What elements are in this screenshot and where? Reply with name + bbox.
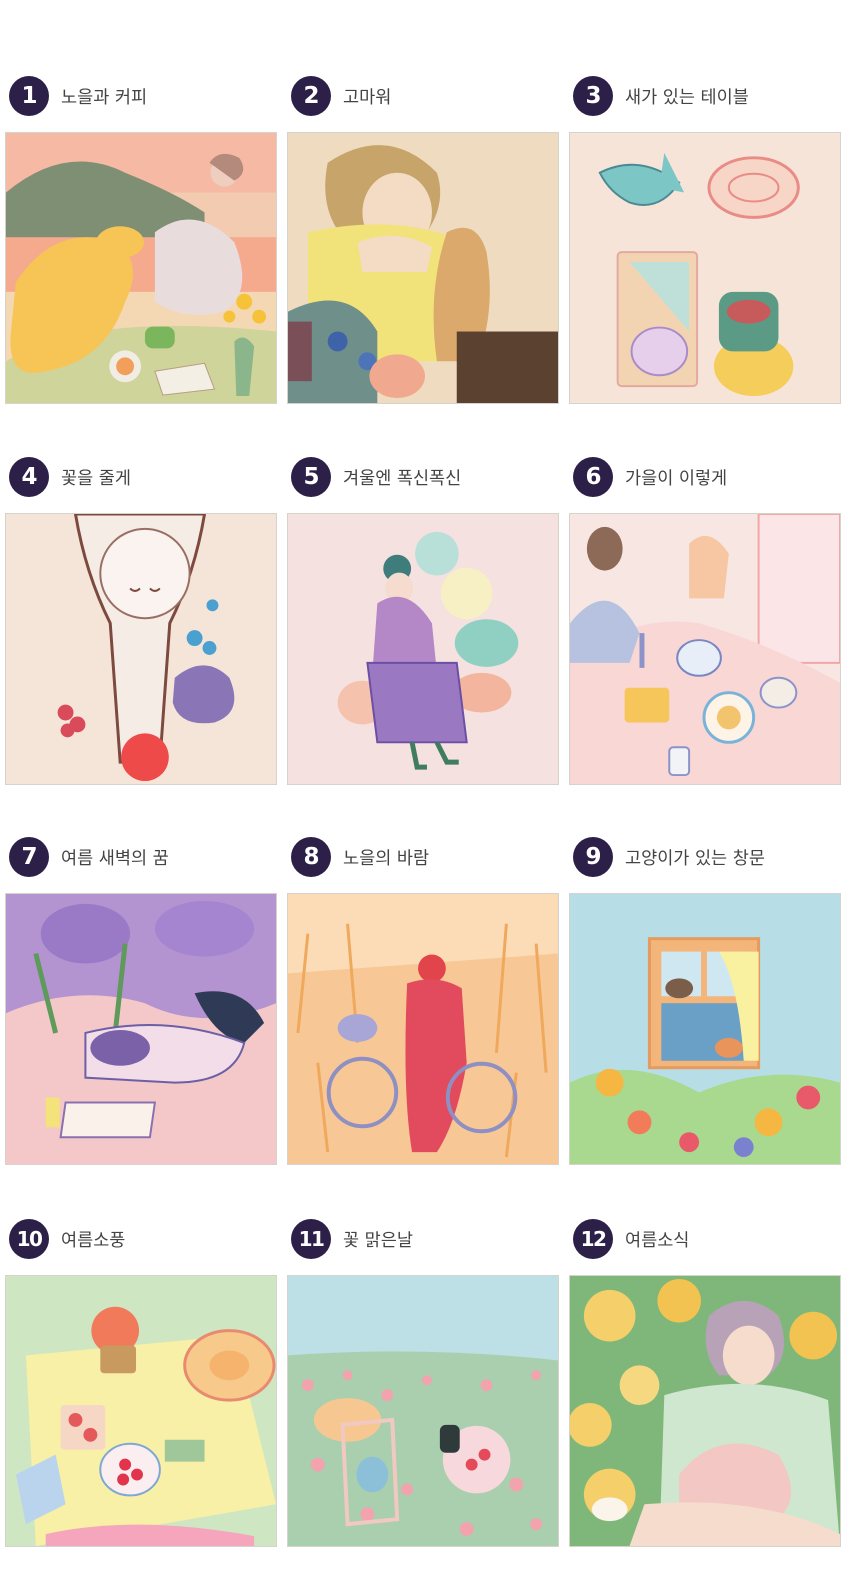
artwork-header: 2 고마워	[291, 76, 391, 116]
number-badge: 4	[9, 457, 49, 497]
artwork-header: 9 고양이가 있는 창문	[573, 837, 765, 877]
artwork-title: 고마워	[343, 87, 392, 108]
artwork-header: 12 여름소식	[573, 1219, 689, 1259]
number-badge: 1	[9, 76, 49, 116]
number-badge: 3	[573, 76, 613, 116]
artwork-image[interactable]	[569, 1275, 841, 1547]
artwork-title: 여름 새벽의 꿈	[61, 848, 169, 869]
number-badge: 9	[573, 837, 613, 877]
artwork-title: 새가 있는 테이블	[625, 87, 749, 108]
artwork-title: 노을의 바람	[343, 848, 430, 869]
artwork-header: 7 여름 새벽의 꿈	[9, 837, 169, 877]
artwork-image[interactable]	[5, 513, 277, 785]
artwork-image[interactable]	[569, 513, 841, 785]
number-badge: 2	[291, 76, 331, 116]
artwork-image[interactable]	[5, 1275, 277, 1547]
number-badge: 5	[291, 457, 331, 497]
artwork-title: 꽃 맑은날	[343, 1230, 413, 1251]
artwork-title: 여름소식	[625, 1230, 690, 1251]
artwork-image[interactable]	[569, 893, 841, 1165]
artwork-header: 4 꽃을 줄게	[9, 457, 131, 497]
artwork-header: 1 노을과 커피	[9, 76, 147, 116]
artwork-image[interactable]	[287, 132, 559, 404]
artwork-title: 겨울엔 폭신폭신	[343, 468, 462, 489]
number-badge: 11	[291, 1219, 331, 1259]
artwork-image[interactable]	[287, 893, 559, 1165]
artwork-title: 가을이 이렇게	[625, 468, 728, 489]
artwork-header: 11 꽃 맑은날	[291, 1219, 413, 1259]
artwork-header: 6 가을이 이렇게	[573, 457, 727, 497]
number-badge: 6	[573, 457, 613, 497]
artwork-title: 고양이가 있는 창문	[625, 848, 765, 869]
artwork-image[interactable]	[569, 132, 841, 404]
artwork-image[interactable]	[5, 132, 277, 404]
number-badge: 12	[573, 1219, 613, 1259]
artwork-header: 5 겨울엔 폭신폭신	[291, 457, 461, 497]
artwork-title: 노을과 커피	[61, 87, 148, 108]
artwork-image[interactable]	[287, 513, 559, 785]
artwork-image[interactable]	[287, 1275, 559, 1547]
illustration-grid: 1 노을과 커피 2 고마워 3 새가 있는 테이블 4 꽃을 줄게 5 겨울엔…	[0, 0, 860, 1591]
artwork-image[interactable]	[5, 893, 277, 1165]
artwork-header: 10 여름소풍	[9, 1219, 125, 1259]
artwork-title: 꽃을 줄게	[61, 468, 131, 489]
artwork-header: 8 노을의 바람	[291, 837, 429, 877]
number-badge: 10	[9, 1219, 49, 1259]
number-badge: 8	[291, 837, 331, 877]
number-badge: 7	[9, 837, 49, 877]
artwork-header: 3 새가 있는 테이블	[573, 76, 749, 116]
artwork-title: 여름소풍	[61, 1230, 126, 1251]
